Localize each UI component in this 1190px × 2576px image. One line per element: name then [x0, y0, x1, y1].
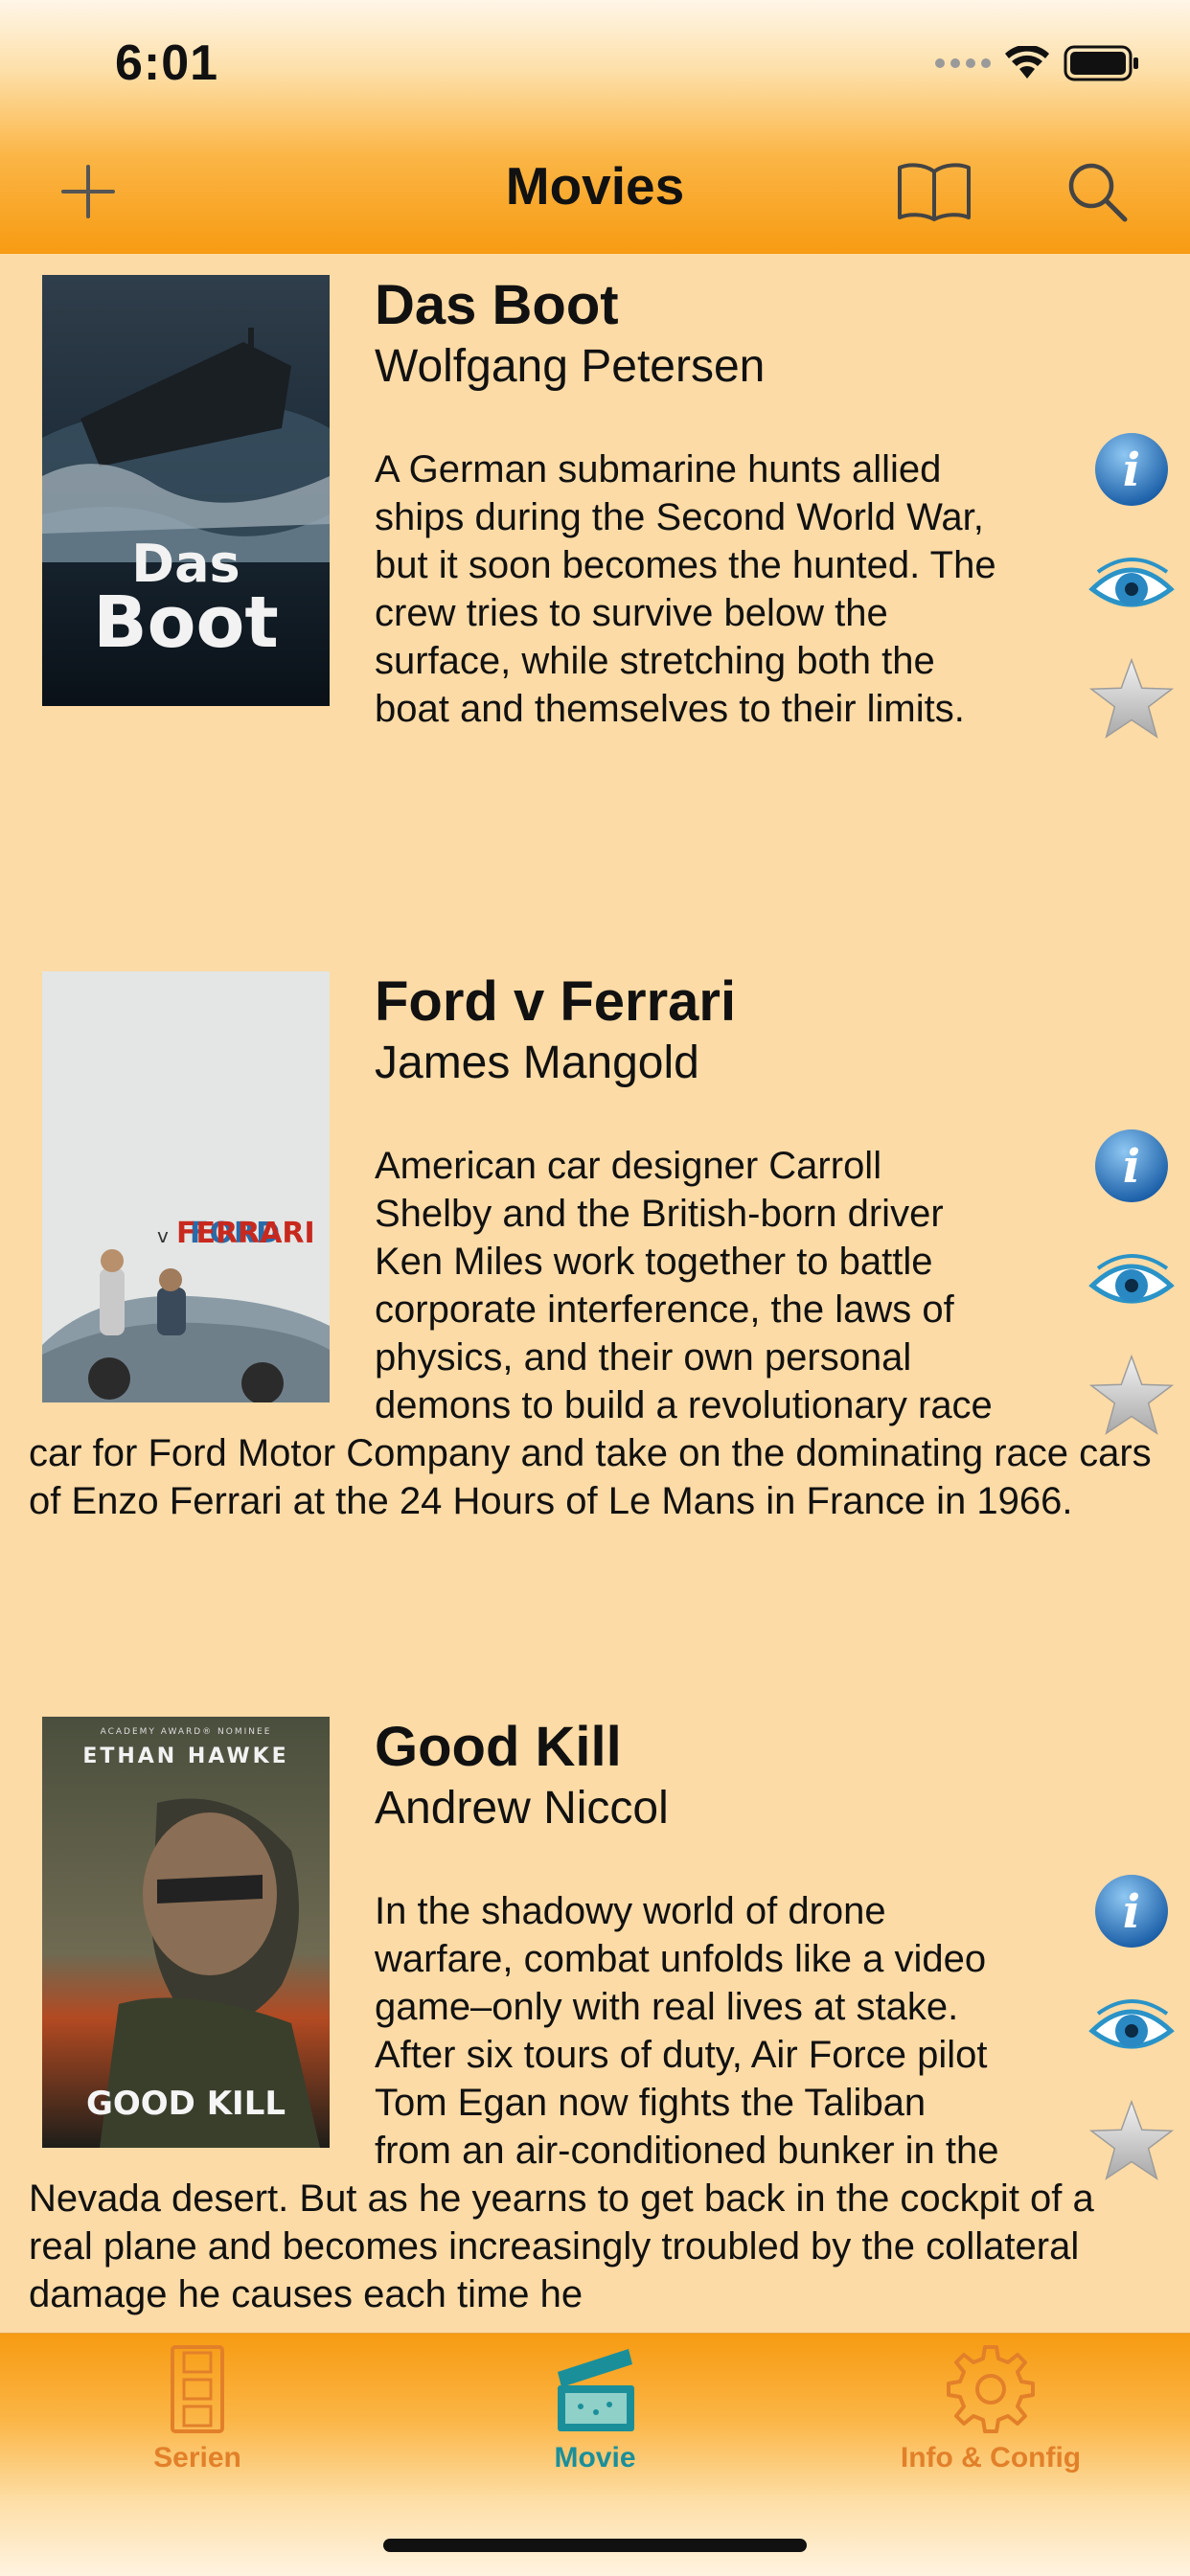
add-button[interactable] [50, 153, 126, 230]
svg-text:i: i [1123, 444, 1140, 497]
watched-button[interactable] [1088, 543, 1175, 629]
favorite-button[interactable] [1088, 2098, 1175, 2184]
film-strip-icon [171, 2345, 224, 2433]
battery-icon [1064, 45, 1140, 81]
tab-label: Info & Config [900, 2442, 1082, 2473]
movie-director: Andrew Niccol [375, 1783, 669, 1834]
eye-icon [1088, 1999, 1175, 2049]
tab-label: Movie [554, 2442, 636, 2473]
watched-button[interactable] [1088, 1985, 1175, 2071]
favorite-button[interactable] [1088, 656, 1175, 742]
tab-serien[interactable]: Serien [54, 2343, 341, 2474]
info-icon: i [1095, 433, 1168, 506]
poster-award-text: ACADEMY AWARD® NOMINEE [101, 1727, 272, 1737]
info-button[interactable]: i [1088, 426, 1175, 513]
watched-button[interactable] [1088, 1240, 1175, 1326]
info-icon: i [1095, 1875, 1168, 1948]
eye-icon [1088, 558, 1175, 607]
tab-info-config[interactable]: Info & Config [847, 2343, 1134, 2474]
info-button[interactable]: i [1088, 1123, 1175, 1209]
svg-text:i: i [1123, 1140, 1140, 1194]
tab-label: Serien [153, 2442, 241, 2473]
favorite-button[interactable] [1088, 1353, 1175, 1439]
movie-description: American car designer Carroll Shelby and… [29, 1145, 1152, 1522]
movie-title: Good Kill [375, 1716, 622, 1778]
clapperboard-icon [558, 2349, 634, 2431]
gear-icon [947, 2345, 1035, 2433]
eye-icon [1088, 1254, 1175, 1304]
info-button[interactable]: i [1088, 1868, 1175, 1954]
page-title: Movies [505, 156, 685, 216]
status-icons [935, 44, 1140, 82]
movie-director: James Mangold [375, 1037, 699, 1088]
wifi-icon [1004, 46, 1050, 80]
info-icon: i [1095, 1129, 1168, 1202]
plus-icon [61, 165, 115, 218]
search-button[interactable] [1059, 153, 1135, 230]
home-indicator[interactable] [383, 2539, 807, 2552]
status-time: 6:01 [115, 35, 219, 91]
movie-title: Das Boot [375, 274, 619, 336]
star-icon [1088, 1354, 1175, 1435]
header: 6:01 Movies [0, 0, 1190, 254]
poster-actor-text: ETHAN HAWKE [82, 1744, 288, 1768]
cellular-signal-icon [935, 58, 991, 68]
movie-director: Wolfgang Petersen [375, 341, 766, 392]
tab-movie[interactable]: Movie [451, 2343, 739, 2474]
star-icon [1088, 2099, 1175, 2180]
movie-description: A German submarine hunts allied ships du… [375, 448, 996, 730]
movie-list[interactable]: Das Boot Das Boot Wolfgang Petersen A Ge… [0, 254, 1190, 2333]
movie-title: Ford v Ferrari [375, 970, 737, 1033]
search-icon [1068, 163, 1128, 222]
star-icon [1088, 657, 1175, 739]
library-button[interactable] [896, 153, 973, 230]
movie-description: In the shadowy world of drone warfare, c… [29, 1890, 1094, 2315]
svg-text:i: i [1123, 1885, 1140, 1939]
book-icon [898, 163, 971, 221]
